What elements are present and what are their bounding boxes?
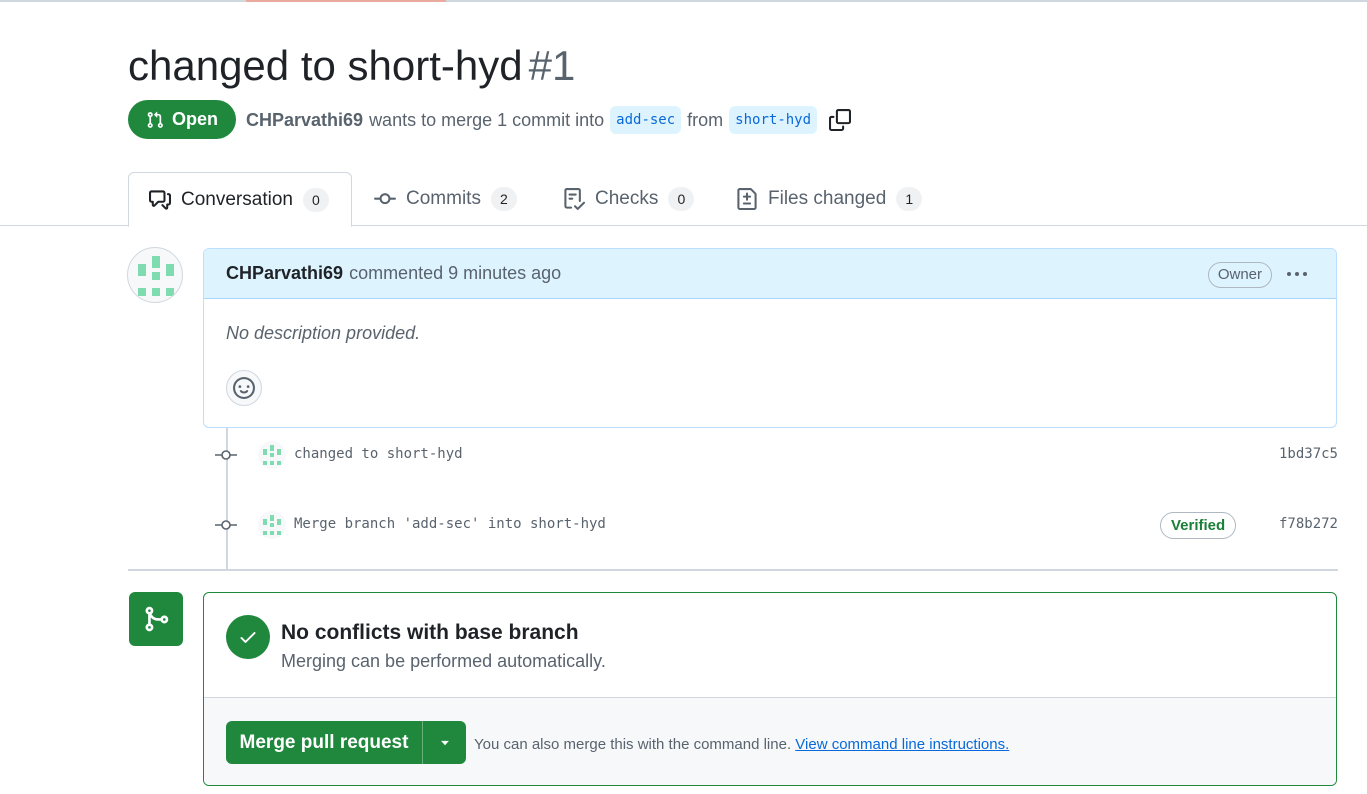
tab-commits-count: 2: [490, 187, 517, 211]
merge-options-dropdown[interactable]: [423, 721, 466, 764]
tab-conversation[interactable]: Conversation 0: [128, 172, 352, 227]
merge-pull-request-button[interactable]: Merge pull request: [226, 721, 423, 764]
commit-row: changed to short-hyd 1bd37c5: [210, 440, 1338, 470]
page-title: changed to short-hyd #1: [128, 40, 575, 92]
pr-title: changed to short-hyd: [128, 42, 523, 89]
comment-author-link[interactable]: CHParvathi69: [226, 263, 343, 284]
comment-timestamp: commented 9 minutes ago: [349, 263, 562, 283]
merge-status-icon-box: [129, 592, 183, 646]
tab-files-changed-count: 1: [896, 187, 923, 211]
pr-description-comment: CHParvathi69 commented 9 minutes ago Own…: [203, 248, 1337, 428]
tab-files-changed-label: Files changed: [768, 188, 887, 209]
triangle-down-icon: [440, 740, 449, 745]
commit-row: Merge branch 'add-sec' into short-hyd Ve…: [210, 510, 1338, 540]
comment-discussion-icon: [149, 189, 171, 210]
kebab-menu-icon[interactable]: [1284, 263, 1310, 285]
from-label: from: [687, 109, 724, 130]
merge-box: No conflicts with base branch Merging ca…: [203, 592, 1337, 786]
git-commit-icon: [215, 450, 237, 460]
head-branch-link[interactable]: short-hyd: [729, 106, 818, 134]
pr-state-badge: Open: [128, 100, 236, 139]
command-line-note: You can also merge this with the command…: [474, 736, 1009, 753]
tab-checks[interactable]: Checks 0: [563, 172, 695, 226]
base-branch-link[interactable]: add-sec: [610, 106, 682, 134]
git-merge-icon: [145, 606, 169, 632]
commit-sha-link[interactable]: 1bd37c5: [1279, 446, 1338, 462]
merge-status-subtitle: Merging can be performed automatically.: [281, 651, 606, 671]
command-line-instructions-link[interactable]: View command line instructions.: [795, 736, 1009, 753]
pr-state-label: Open: [171, 109, 218, 129]
tab-checks-count: 0: [668, 187, 695, 211]
comment-body: No description provided.: [226, 323, 421, 343]
git-commit-icon: [215, 520, 237, 530]
timeline-divider: [128, 569, 1338, 571]
commit-author-avatar[interactable]: [258, 441, 286, 469]
pr-meta: CHParvathi69 wants to merge 1 commit int…: [246, 104, 852, 136]
verified-badge[interactable]: Verified: [1160, 512, 1237, 539]
tab-conversation-count: 0: [302, 187, 329, 212]
command-line-note-text: You can also merge this with the command…: [474, 736, 792, 753]
file-diff-icon: [737, 188, 757, 210]
tab-commits-label: Commits: [406, 188, 481, 209]
pr-number: #1: [528, 42, 576, 89]
pr-author-link[interactable]: CHParvathi69: [246, 110, 363, 131]
author-avatar[interactable]: [127, 247, 183, 303]
checklist-icon: [564, 188, 585, 210]
commit-author-avatar[interactable]: [258, 511, 286, 539]
merge-status: No conflicts with base branch Merging ca…: [204, 593, 1336, 698]
merge-status-title: No conflicts with base branch: [281, 621, 579, 644]
tab-checks-label: Checks: [595, 188, 659, 209]
top-border: [0, 0, 1367, 2]
owner-badge: Owner: [1207, 262, 1272, 288]
pr-summary-text: wants to merge 1 commit into: [369, 109, 605, 130]
commit-message-link[interactable]: changed to short-hyd: [294, 446, 463, 462]
git-pull-request-icon: [147, 111, 163, 128]
tab-conversation-label: Conversation: [181, 188, 293, 210]
comment-header: CHParvathi69 commented 9 minutes ago Own…: [204, 249, 1336, 299]
commit-sha-link[interactable]: f78b272: [1279, 516, 1338, 532]
top-accent: [246, 0, 446, 2]
add-reaction-button[interactable]: [226, 370, 262, 406]
check-icon: [226, 615, 270, 659]
smiley-icon: [233, 377, 255, 399]
commit-message-link[interactable]: Merge branch 'add-sec' into short-hyd: [294, 516, 606, 532]
merge-actions: Merge pull request You can also merge th…: [204, 698, 1336, 785]
tab-files-changed[interactable]: Files changed 1: [736, 172, 923, 226]
pr-tabs: Conversation 0 Commits 2 Checks 0 Files …: [0, 172, 1367, 227]
git-commit-icon: [374, 193, 396, 205]
copy-icon[interactable]: [829, 109, 852, 131]
tab-commits[interactable]: Commits 2: [374, 172, 517, 226]
